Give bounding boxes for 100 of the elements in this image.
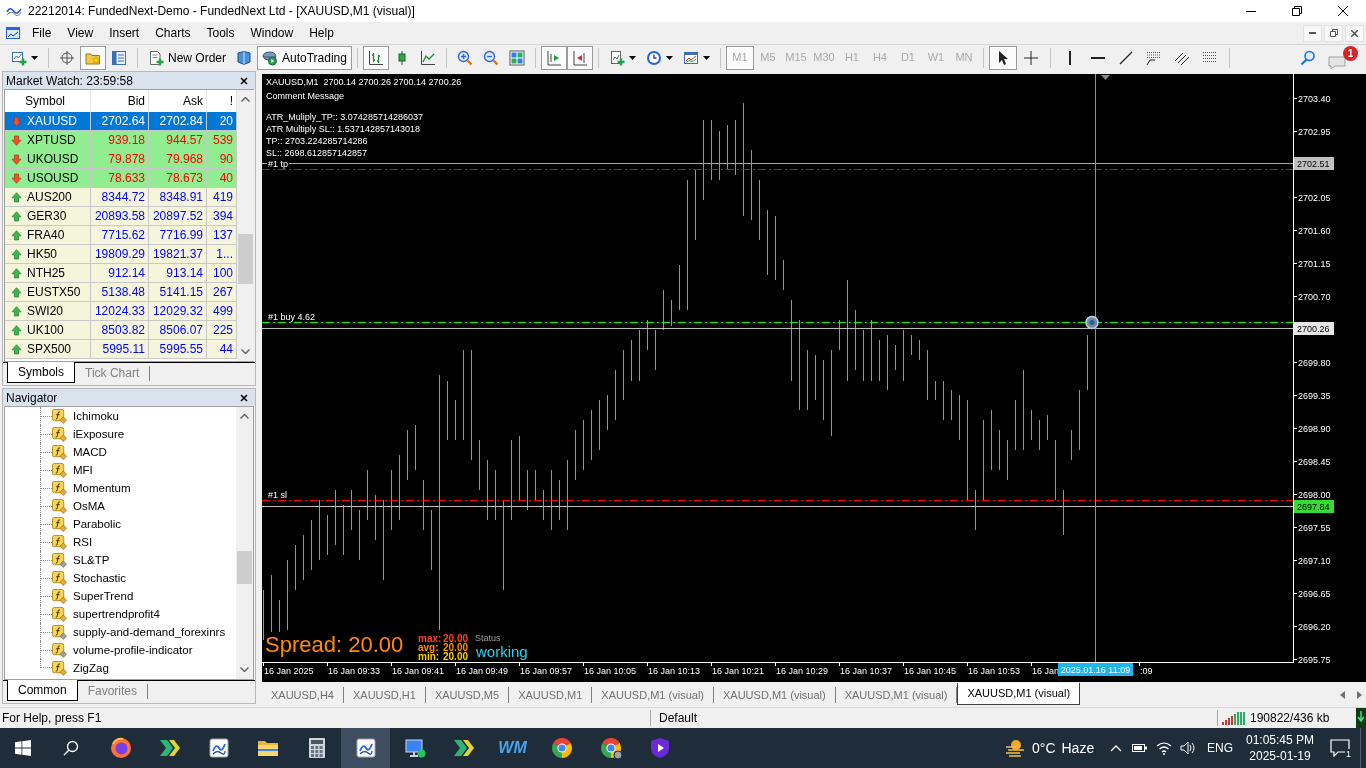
clock-date[interactable]: 2025-01-19 [1249, 748, 1311, 764]
scroll-left-icon[interactable] [1340, 691, 1345, 699]
tree-item[interactable]: SuperTrend [73, 588, 134, 604]
table-cell: 5141.15 [149, 283, 207, 301]
table-row[interactable]: AUS200 8344.72 8348.91 419 [5, 188, 237, 207]
comment-text: Comment Message [266, 90, 346, 102]
scroll-up-icon[interactable] [240, 414, 249, 419]
time-axis-label: 16 Jan 10:21 [712, 666, 765, 676]
table-row[interactable]: SPX500 5995.11 5995.55 44 [5, 340, 237, 359]
price-axis-label: 2697.55 [1298, 522, 1331, 533]
tree-item[interactable]: MFI [73, 462, 93, 478]
table-row[interactable]: HK50 19809.29 19821.37 1... [5, 245, 237, 264]
tree-item[interactable]: OsMA [73, 498, 105, 514]
chart-tab[interactable]: XAUUSD,M1 (visual) [957, 683, 1081, 705]
table-row[interactable]: GER30 20893.58 20897.52 394 [5, 207, 237, 226]
chart-app-icon [353, 736, 378, 760]
tree-item[interactable]: volume-profile-indicator [73, 642, 193, 658]
chart-tab[interactable]: XAUUSD,M1 (visual) [592, 687, 714, 703]
triangle-marker-icon [1101, 75, 1110, 80]
chart-tab[interactable]: XAUUSD,M1 (visual) [714, 687, 836, 703]
menu-item[interactable]: Help [301, 22, 342, 44]
table-row[interactable]: UKOUSD 79.878 79.968 90 [5, 150, 237, 169]
wifi-icon[interactable] [1156, 741, 1172, 755]
table-row[interactable]: USOUSD 78.633 78.673 40 [5, 169, 237, 188]
browser-profile-icon [598, 736, 623, 760]
order-line-label: #1 tp [267, 159, 290, 169]
table-cell: 7715.62 [91, 226, 149, 244]
table-row[interactable]: FRA40 7715.62 7716.99 137 [5, 226, 237, 245]
notification-button[interactable]: 1 [1320, 728, 1360, 768]
table-cell: 79.968 [149, 150, 207, 168]
tree-item[interactable]: MACD [73, 444, 107, 460]
chart-window-icon [5, 25, 21, 41]
menu-item[interactable]: Window [242, 22, 302, 44]
tree-item[interactable]: iExposure [73, 426, 125, 442]
chart-tab[interactable]: XAUUSD,M5 [425, 687, 510, 703]
scroll-down-icon[interactable] [241, 349, 250, 354]
chart-tab[interactable]: XAUUSD,H1 [343, 687, 426, 703]
time-axis-label: 16 Jan 09:33 [328, 666, 381, 676]
table-row[interactable]: XPTUSD 939.18 944.57 539 [5, 131, 237, 150]
caret-down-icon [665, 55, 673, 60]
table-row[interactable]: SWI20 12024.33 12029.32 499 [5, 302, 237, 321]
table-row[interactable]: NTH25 912.14 913.14 100 [5, 264, 237, 283]
tree-item[interactable]: Ichimoku [73, 408, 120, 424]
scroll-right-icon[interactable] [1357, 691, 1362, 699]
minimize-button[interactable] [1303, 24, 1322, 42]
panel-tab[interactable]: Favorites [77, 684, 149, 699]
panel-close-button[interactable] [238, 74, 250, 87]
symbol-name: XAUUSD [27, 113, 77, 130]
comment-text: TP:: 2703.224285714286 [266, 135, 369, 147]
menu-item[interactable]: Tools [198, 22, 243, 44]
toolbar-text-button[interactable]: AutoTrading [257, 45, 352, 70]
stat-value: 20.00 [443, 643, 469, 652]
tree-item[interactable]: supertrendprofit4 [73, 606, 160, 622]
panel-close-button[interactable] [238, 391, 250, 404]
scroll-up-icon[interactable] [241, 97, 250, 102]
close-button[interactable] [1345, 24, 1364, 42]
chevron-up-icon[interactable] [1110, 744, 1122, 752]
toolbar-text-button[interactable]: New Order [143, 45, 231, 70]
scrollbar[interactable] [237, 90, 254, 361]
menu-item[interactable]: Insert [101, 22, 148, 44]
tree-item[interactable]: Momentum [73, 480, 131, 496]
panel-tab[interactable]: Tick Chart [75, 366, 151, 381]
toolbar-button[interactable] [362, 45, 389, 70]
tree-item[interactable]: SL&TP [73, 552, 110, 568]
messages-button[interactable]: 1 [1328, 45, 1358, 70]
time-axis-label: 16 Jan 10:05 [584, 666, 637, 676]
tree-item[interactable]: Parabolic [73, 516, 121, 532]
weather-condition: Haze [1061, 738, 1095, 758]
panel-tab[interactable]: Symbols [7, 362, 75, 383]
table-cell: 8503.82 [91, 321, 149, 339]
scrollbar-thumb[interactable] [238, 234, 253, 284]
drawing-tool-button[interactable] [988, 45, 1017, 70]
panel-tab[interactable]: Common [7, 680, 78, 701]
chart-tab[interactable]: XAUUSD,H4 [262, 687, 344, 703]
table-row[interactable]: UK100 8503.82 8506.07 225 [5, 321, 237, 340]
scrollbar[interactable] [236, 407, 253, 679]
chart-tab[interactable]: XAUUSD,M1 [509, 687, 593, 703]
taskbar-app-button[interactable] [341, 728, 390, 768]
battery-icon[interactable] [1132, 742, 1148, 754]
table-cell: 20893.58 [91, 207, 149, 225]
tree-item[interactable]: ZigZag [73, 660, 109, 676]
scrollbar-thumb[interactable] [237, 551, 252, 584]
table-row[interactable]: EUSTX50 5138.48 5141.15 267 [5, 283, 237, 302]
tree-item[interactable]: RSI [73, 534, 93, 550]
table-row[interactable]: XAUUSD 2702.64 2702.84 20 [5, 112, 237, 131]
restore-button[interactable] [1324, 24, 1343, 42]
speaker-icon[interactable] [1180, 741, 1196, 755]
clock-time[interactable]: 01:05:45 PM [1245, 732, 1314, 748]
table-cell: 2702.84 [149, 112, 207, 130]
time-tag: 2025.01.16 11:09 [1058, 663, 1133, 676]
menu-item[interactable]: File [24, 22, 60, 44]
scroll-down-icon[interactable] [240, 667, 249, 672]
menu-item[interactable]: Charts [147, 22, 199, 44]
taskbar-app-button[interactable]: WM [488, 728, 537, 768]
tree-item[interactable]: Stochastic [73, 570, 127, 586]
language-indicator[interactable]: ENG [1207, 739, 1233, 757]
tree-item[interactable]: supply-and-demand_forexinrs [73, 624, 226, 640]
dotted-levels-icon [1145, 49, 1162, 66]
price-axis-label: 2700.70 [1298, 291, 1331, 302]
menu-item[interactable]: View [59, 22, 102, 44]
